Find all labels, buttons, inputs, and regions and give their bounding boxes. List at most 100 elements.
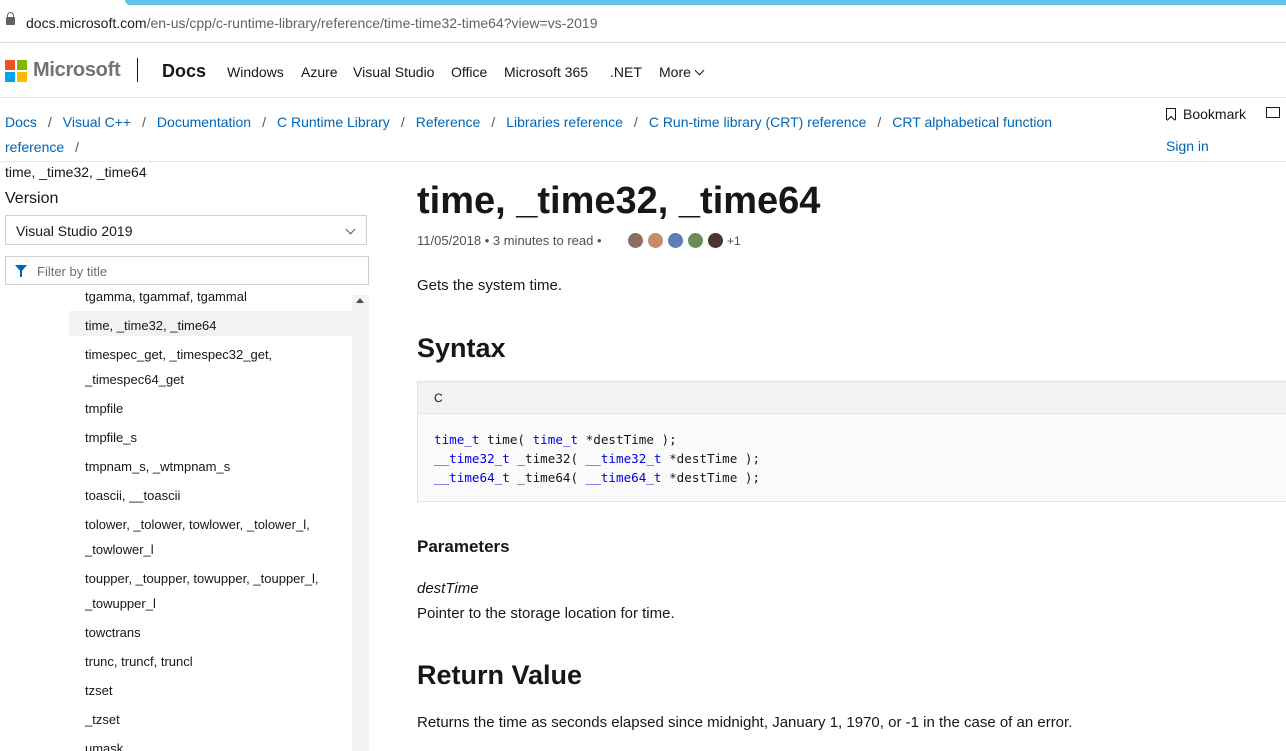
toc-item[interactable]: toascii, __toascii — [69, 481, 352, 506]
parameters-heading: Parameters — [417, 537, 510, 556]
breadcrumb-separator: / — [491, 114, 496, 130]
version-select[interactable]: Visual Studio 2019 — [5, 215, 367, 245]
lock-icon — [6, 12, 15, 25]
version-label: Version — [5, 190, 59, 207]
type-link[interactable]: __time64_t — [586, 470, 662, 485]
type-link[interactable]: time_t — [434, 432, 480, 447]
code-token: time( — [479, 432, 533, 447]
logo-square — [17, 60, 27, 70]
breadcrumb-link[interactable]: C Run-time library (CRT) reference — [649, 114, 867, 130]
breadcrumb: Docs / Visual C++ / Documentation / C Runtime … — [5, 110, 1125, 185]
type-link[interactable]: time_t — [533, 432, 579, 447]
code-token: *destTime ); — [578, 432, 677, 447]
bookmark-label: Bookmark — [1183, 106, 1247, 122]
article-date: 11/05/2018 — [417, 233, 482, 248]
code-line: __time32_t _time32( __time32_t *destTime… — [434, 449, 760, 468]
bookmark-button[interactable]: Bookmark — [1166, 106, 1246, 122]
toc-list: tgamma, tgammaf, tgammal time, _time32, _… — [69, 286, 352, 751]
breadcrumb-current: time, _time32, _time64 — [5, 164, 147, 180]
filter-icon — [15, 265, 27, 277]
docs-home-link[interactable]: Docs — [162, 61, 206, 82]
type-link[interactable]: __time64_t — [434, 470, 510, 485]
breadcrumb-separator: / — [142, 114, 146, 130]
breadcrumb-link[interactable]: Documentation — [157, 114, 251, 130]
code-header: C — [418, 382, 1286, 414]
syntax-heading: Syntax — [417, 333, 506, 363]
code-token: *destTime ); — [661, 470, 761, 485]
toc-item[interactable]: _tzset — [69, 705, 352, 730]
type-link[interactable]: __time32_t — [586, 451, 662, 466]
toc-item[interactable]: toupper, _toupper, towupper, _toupper_l,… — [69, 564, 352, 614]
logo-square — [17, 72, 27, 82]
breadcrumb-separator: / — [400, 114, 405, 130]
nav-link-microsoft-365[interactable]: Microsoft 365 — [504, 64, 588, 80]
nav-link-net[interactable]: .NET — [610, 64, 642, 80]
version-selected: Visual Studio 2019 — [16, 223, 133, 239]
nav-link-more[interactable]: More — [659, 64, 705, 80]
nav-link-azure[interactable]: Azure — [301, 64, 338, 80]
avatar[interactable] — [688, 233, 703, 248]
avatar[interactable] — [628, 233, 643, 248]
bookmark-icon — [1166, 108, 1176, 120]
breadcrumb-link[interactable]: C Runtime Library — [277, 114, 390, 130]
param-name: destTime — [417, 580, 479, 597]
nav-link-office[interactable]: Office — [451, 64, 487, 80]
breadcrumb-separator: / — [877, 114, 882, 130]
toc-item[interactable]: timespec_get, _timespec32_get, _timespec6… — [69, 340, 352, 390]
breadcrumb-separator: / — [75, 139, 80, 155]
divider — [0, 161, 1286, 162]
toc-item[interactable]: time, _time32, _time64 — [69, 311, 352, 336]
nav-link-windows[interactable]: Windows — [227, 64, 284, 80]
code-content: time_t time( time_t *destTime ); __time32… — [434, 430, 760, 487]
breadcrumb-link[interactable]: Reference — [416, 114, 481, 130]
read-time: 3 minutes to read — [492, 233, 594, 248]
breadcrumb-link[interactable]: Libraries reference — [506, 114, 623, 130]
avatar[interactable] — [708, 233, 723, 248]
contributors-more[interactable]: +1 — [727, 234, 741, 248]
toc-item[interactable]: towctrans — [69, 618, 352, 643]
breadcrumb-link[interactable]: Docs — [5, 114, 37, 130]
return-value-heading: Return Value — [417, 660, 583, 690]
chevron-down-icon — [694, 65, 705, 76]
toc-scrollbar[interactable] — [352, 295, 369, 751]
code-token: *destTime ); — [661, 451, 761, 466]
summary-text: Gets the system time. — [417, 277, 563, 294]
toc-item[interactable]: tmpfile_s — [69, 423, 352, 448]
breadcrumb-link[interactable]: Visual C++ — [63, 114, 131, 130]
microsoft-logo-icon[interactable] — [5, 60, 27, 82]
code-line: __time64_t _time64( __time64_t *destTime… — [434, 468, 760, 487]
breadcrumb-separator: / — [47, 114, 52, 130]
sign-in-link[interactable]: Sign in — [1166, 138, 1209, 154]
avatar[interactable] — [668, 233, 683, 248]
toc-item[interactable]: tgamma, tgammaf, tgammal — [69, 286, 352, 307]
microsoft-brand[interactable]: Microsoft — [33, 59, 121, 82]
filter-input[interactable]: Filter by title — [5, 256, 369, 285]
code-block: C time_t time( time_t *destTime ); __time… — [417, 381, 1286, 502]
type-link[interactable]: __time32_t — [434, 451, 510, 466]
code-token: _time32( — [509, 451, 586, 466]
scroll-up-icon[interactable] — [356, 298, 364, 303]
nav-divider — [137, 58, 138, 82]
toc-item[interactable]: tmpfile — [69, 394, 352, 419]
chevron-down-icon — [345, 224, 356, 235]
url-text[interactable]: docs.microsoft.com/en-us/cpp/c-runtime-l… — [26, 15, 598, 31]
breadcrumb-separator: / — [262, 114, 266, 130]
nav-link-visual-studio[interactable]: Visual Studio — [353, 64, 434, 80]
filter-placeholder: Filter by title — [37, 264, 108, 279]
article-meta: 11/05/2018 • 3 minutes to read • — [417, 233, 602, 248]
return-description: Returns the time as seconds elapsed sinc… — [417, 714, 1073, 731]
toc-item[interactable]: tolower, _tolower, towlower, _tolower_l,… — [69, 510, 352, 560]
avatar[interactable] — [648, 233, 663, 248]
page-title: time, _time32, _time64 — [417, 180, 821, 222]
toc-item[interactable]: umask — [69, 734, 352, 751]
code-language: C — [434, 391, 443, 405]
toc-item[interactable]: tmpnam_s, _wtmpnam_s — [69, 452, 352, 477]
code-token: _time64( — [509, 470, 586, 485]
param-description: Pointer to the storage location for time… — [417, 605, 675, 622]
breadcrumb-separator: / — [633, 114, 638, 130]
code-line: time_t time( time_t *destTime ); — [434, 430, 760, 449]
toc-item[interactable]: tzset — [69, 676, 352, 701]
feedback-icon[interactable] — [1266, 107, 1280, 118]
logo-square — [5, 72, 15, 82]
toc-item[interactable]: trunc, truncf, truncl — [69, 647, 352, 672]
